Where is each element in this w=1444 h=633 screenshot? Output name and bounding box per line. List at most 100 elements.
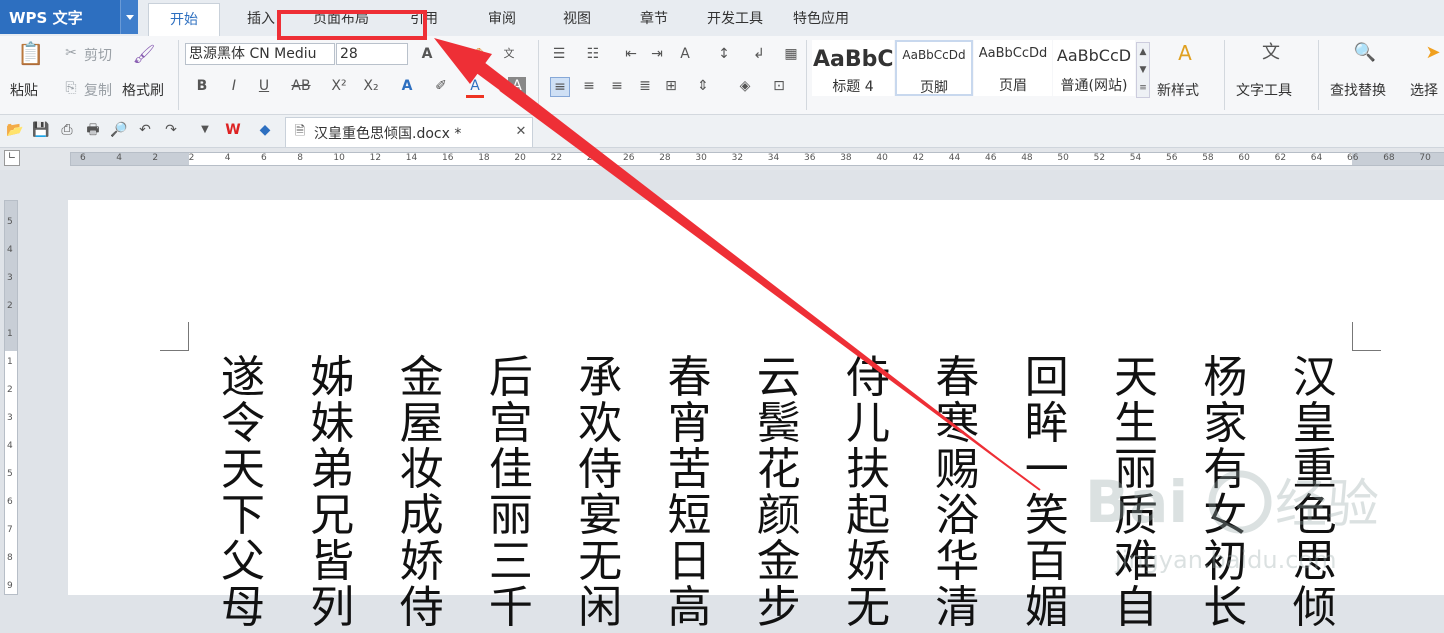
ruler-number: 9 xyxy=(7,581,13,591)
tab-developer[interactable]: 开发工具 xyxy=(707,8,763,28)
ruler-number: 6 xyxy=(261,153,267,163)
cut-button[interactable]: 剪切 xyxy=(84,45,112,65)
strikethrough-icon[interactable]: AB xyxy=(290,77,312,95)
distribute-icon[interactable]: ⊞ xyxy=(662,77,680,95)
find-replace-icon[interactable]: 🔍 xyxy=(1352,44,1378,70)
ruler-number: 48 xyxy=(1021,153,1033,163)
new-style-icon[interactable]: A xyxy=(1172,43,1198,70)
vertical-ruler[interactable]: 5 4 3 2 1 1 2 3 4 5 6 7 8 9 xyxy=(4,200,18,595)
text-direction-icon[interactable]: A xyxy=(676,45,694,63)
select-cursor-icon[interactable]: ➤ xyxy=(1422,44,1444,70)
underline-icon[interactable]: U xyxy=(255,77,273,95)
ruler-number: 2 xyxy=(7,385,13,395)
sort-icon[interactable]: ↕ xyxy=(715,45,733,63)
svg-text:jingyan.baidu.com: jingyan.baidu.com xyxy=(1114,546,1336,574)
undo-icon[interactable]: ↶ xyxy=(136,121,154,139)
print-preview-icon[interactable]: 🔎 xyxy=(110,121,128,139)
styles-scroll-icon[interactable]: ▲ ▼ ≡ xyxy=(1136,42,1150,98)
ruler-number: 66 xyxy=(1347,153,1359,163)
align-left-icon[interactable]: ≡ xyxy=(550,77,570,97)
italic-icon[interactable]: I xyxy=(225,77,243,95)
font-size-select[interactable]: 28 xyxy=(336,43,408,65)
superscript-icon[interactable]: X² xyxy=(330,77,348,95)
save-icon[interactable]: 💾 xyxy=(32,121,50,139)
grow-font-icon[interactable]: A xyxy=(418,45,436,63)
increase-indent-icon[interactable]: ⇥ xyxy=(648,45,666,63)
style-header[interactable]: AaBbCcDd 页眉 xyxy=(974,40,1052,96)
ruler-number: 1 xyxy=(7,329,13,339)
ruler-number: 6 xyxy=(7,497,13,507)
document-tab[interactable]: 🗎 汉皇重色思倾国.docx * ✕ xyxy=(285,117,533,147)
ruler-number: 68 xyxy=(1383,153,1395,163)
cut-icon[interactable]: ✂ xyxy=(62,44,80,62)
copy-icon[interactable]: ⎘ xyxy=(62,79,80,97)
cloud-icon[interactable]: ◆ xyxy=(256,121,274,139)
decrease-indent-icon[interactable]: ⇤ xyxy=(622,45,640,63)
align-right-icon[interactable]: ≡ xyxy=(608,77,626,95)
document-tab-title: 汉皇重色思倾国.docx * xyxy=(314,126,462,142)
print-icon[interactable]: 🖶 xyxy=(84,121,102,139)
phonetic-guide-icon[interactable]: 文 xyxy=(500,45,518,63)
text-tools-button[interactable]: 文字工具 xyxy=(1236,80,1292,100)
table-icon[interactable]: ▦ xyxy=(782,45,800,63)
ruler-number: 12 xyxy=(369,153,382,163)
numbering-icon[interactable]: ☷ xyxy=(584,45,602,63)
text-tools-icon[interactable]: 文 xyxy=(1258,44,1284,70)
ruler-number: 56 xyxy=(1166,153,1178,163)
redo-icon[interactable]: ↷ xyxy=(162,121,180,139)
export-icon[interactable]: ⎙ xyxy=(58,121,76,139)
horizontal-ruler[interactable]: ∟ 6 4 2 2 4 6 8 10 12 14 16 18 20 22 24 26 28 30 32 34 36 38 4… xyxy=(0,148,1444,170)
font-color-icon[interactable]: A xyxy=(466,77,484,98)
show-marks-icon[interactable]: ↲ xyxy=(750,45,768,63)
bullets-icon[interactable]: ☰ xyxy=(550,45,568,63)
text-column: 遂 令 天 下 父 母 xyxy=(221,352,265,633)
ruler-number: 2 xyxy=(188,153,195,163)
shading-icon[interactable]: ◈ xyxy=(736,77,754,95)
find-replace-button[interactable]: 查找替换 xyxy=(1330,80,1386,100)
ruler-number: 14 xyxy=(405,153,418,163)
group-separator xyxy=(178,40,179,110)
style-name: 标题 4 xyxy=(832,79,874,95)
tab-view[interactable]: 视图 xyxy=(563,8,591,28)
tab-section[interactable]: 章节 xyxy=(640,8,668,28)
tab-review[interactable]: 审阅 xyxy=(488,8,516,28)
subscript-icon[interactable]: X₂ xyxy=(362,77,380,95)
bold-icon[interactable]: B xyxy=(193,77,211,95)
ruler-number: 24 xyxy=(586,153,599,163)
paste-button[interactable]: 粘贴 xyxy=(10,80,38,100)
ruler-left-margin xyxy=(71,153,189,165)
style-footer[interactable]: AaBbCcDd 页脚 xyxy=(895,40,973,96)
ruler-number: 70 xyxy=(1419,153,1431,163)
align-center-icon[interactable]: ≡ xyxy=(580,77,598,95)
style-normal-web[interactable]: AaBbCcD 普通(网站) xyxy=(1053,40,1135,96)
highlight-icon[interactable]: ✐ xyxy=(432,77,450,95)
tab-stop-icon[interactable]: ∟ xyxy=(4,150,20,166)
new-style-button[interactable]: 新样式 xyxy=(1157,80,1199,100)
select-button[interactable]: 选择 xyxy=(1410,80,1438,100)
crop-mark xyxy=(160,322,189,351)
copy-button[interactable]: 复制 xyxy=(84,80,112,100)
open-icon[interactable]: 📂 xyxy=(6,121,24,139)
style-name: 页脚 xyxy=(920,80,948,96)
format-painter-icon[interactable]: 🖌 xyxy=(132,46,156,70)
close-tab-icon[interactable]: ✕ xyxy=(512,123,530,141)
app-menu-button[interactable]: WPS 文字 xyxy=(0,0,138,34)
text-effect-icon[interactable]: A xyxy=(398,77,416,95)
char-shading-icon[interactable]: A xyxy=(508,77,526,95)
tab-home[interactable]: 开始 xyxy=(148,3,220,36)
format-painter-button[interactable]: 格式刷 xyxy=(122,80,164,100)
app-menu-dropdown-icon[interactable] xyxy=(120,0,138,34)
clear-format-icon[interactable]: ✎ xyxy=(472,45,490,63)
ruler-number: 3 xyxy=(7,413,13,423)
tab-insert[interactable]: 插入 xyxy=(247,8,275,28)
ruler-number: 38 xyxy=(840,153,852,163)
justify-icon[interactable]: ≣ xyxy=(636,77,654,95)
line-spacing-icon[interactable]: ⇕ xyxy=(694,77,712,95)
tab-special[interactable]: 特色应用 xyxy=(793,8,849,28)
borders-icon[interactable]: ⊡ xyxy=(770,77,788,95)
style-heading4[interactable]: AaBbC 标题 4 xyxy=(812,40,894,96)
customize-dropdown-icon[interactable]: ▼ xyxy=(196,121,214,139)
text-column: 侍 儿 扶 起 娇 无 xyxy=(846,352,891,633)
font-name-select[interactable]: 思源黑体 CN Mediu xyxy=(185,43,335,65)
paste-icon[interactable]: 📋 xyxy=(17,44,45,74)
